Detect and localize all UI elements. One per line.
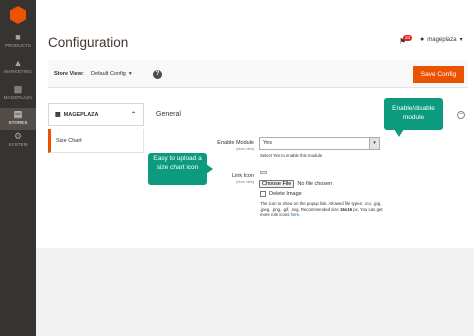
cube-icon: ■ [15, 32, 21, 42]
gear-icon: ⚙ [13, 131, 23, 141]
chevron-down-icon: ▾ [459, 37, 463, 43]
megaphone-icon: ▲ [13, 58, 23, 68]
tab-group-label: MAGEPLAZA [63, 111, 99, 118]
magento-logo-icon [10, 6, 26, 24]
sidebar-item-marketing[interactable]: ▲ MARKETING [0, 58, 36, 82]
store-icon: ▤ [13, 109, 23, 119]
enable-module-scope: [store view] [236, 147, 254, 151]
user-menu[interactable]: ● mageplaza ▾ [420, 36, 463, 43]
link-icon-note-size: 16x16 [340, 206, 352, 212]
callout-enable-module: Enable/disable module [384, 98, 443, 137]
store-view-bar: Store View: Default Config ▾ ? [48, 60, 468, 88]
sidebar-item-mageplaza[interactable]: ▩ MAGEPLAZA [0, 84, 36, 108]
magento-logo[interactable] [0, 0, 36, 30]
tab-size-chart[interactable]: Size Chart [48, 129, 144, 153]
enable-module-label: Enable Module [217, 140, 254, 146]
sidebar-item-system[interactable]: ⚙ SYSTEM [0, 131, 36, 155]
callout-pointer [206, 164, 213, 174]
link-icon-scope: [store view] [236, 180, 254, 184]
notification-count-badge: 34 [403, 35, 413, 41]
store-view-select[interactable]: Default Config ▾ [91, 71, 132, 77]
callout-pointer [394, 129, 404, 137]
callout-text: Easy to upload a size chart icon [153, 155, 202, 171]
chevron-up-icon: ⌃ [130, 112, 136, 118]
link-icon-file-input: Choose File No file chosen [259, 180, 332, 188]
choose-file-button[interactable]: Choose File [259, 180, 295, 188]
store-view-value: Default Config [91, 71, 126, 77]
mageplaza-icon: ▩ [55, 112, 61, 118]
enable-module-select[interactable]: Yes ▾ [259, 137, 380, 150]
sidebar-item-label: MAGEPLAZA [3, 95, 33, 100]
sidebar-item-label: SYSTEM [8, 142, 28, 147]
link-icon-note-end: . [299, 212, 301, 217]
config-tabs: ▩ MAGEPLAZA ⌃ Size Chart [48, 103, 144, 155]
page-footer-area [36, 248, 474, 336]
sidebar-item-stores[interactable]: ▤ STORES [0, 108, 36, 130]
callout-size-chart-icon: Easy to upload a size chart icon [148, 153, 213, 185]
store-view-label: Store View: [54, 71, 84, 77]
link-icon-note: The icon to show on the popup link. Allo… [260, 201, 385, 218]
tab-group-mageplaza[interactable]: ▩ MAGEPLAZA ⌃ [48, 103, 144, 126]
rule-icons-link[interactable]: here [291, 212, 300, 217]
sidebar-item-label: MARKETING [4, 69, 32, 74]
help-icon[interactable]: ? [153, 70, 162, 79]
delete-image-checkbox[interactable] [260, 191, 266, 197]
page-title: Configuration [48, 35, 129, 50]
user-name: mageplaza [427, 36, 457, 43]
notifications-button[interactable]: ⚑ 34 [396, 35, 413, 47]
sidebar-item-products[interactable]: ■ PRODUCTS [0, 32, 36, 56]
sidebar-item-label: STORES [8, 120, 28, 125]
delete-image-label: Delete Image [269, 191, 302, 197]
no-file-text: No file chosen [297, 181, 333, 187]
enable-module-value: Yes [263, 140, 272, 146]
user-icon: ● [420, 36, 425, 43]
callout-text: Enable/disable module [392, 105, 435, 121]
link-icon-preview [260, 171, 267, 174]
chevron-down-icon: ▾ [369, 138, 379, 149]
sidebar-item-label: PRODUCTS [4, 43, 32, 48]
collapse-icon[interactable]: − [457, 111, 465, 119]
mageplaza-icon: ▩ [13, 84, 23, 94]
admin-sidebar: ■ PRODUCTS ▲ MARKETING ▩ MAGEPLAZA ▤ STO… [0, 0, 36, 336]
delete-image-row: Delete Image [260, 191, 302, 197]
enable-module-note: Select Yes to enable this module [260, 153, 323, 158]
section-title-general[interactable]: General [156, 111, 181, 118]
save-config-button[interactable]: Save Config [413, 66, 464, 83]
chevron-down-icon: ▾ [128, 71, 132, 77]
